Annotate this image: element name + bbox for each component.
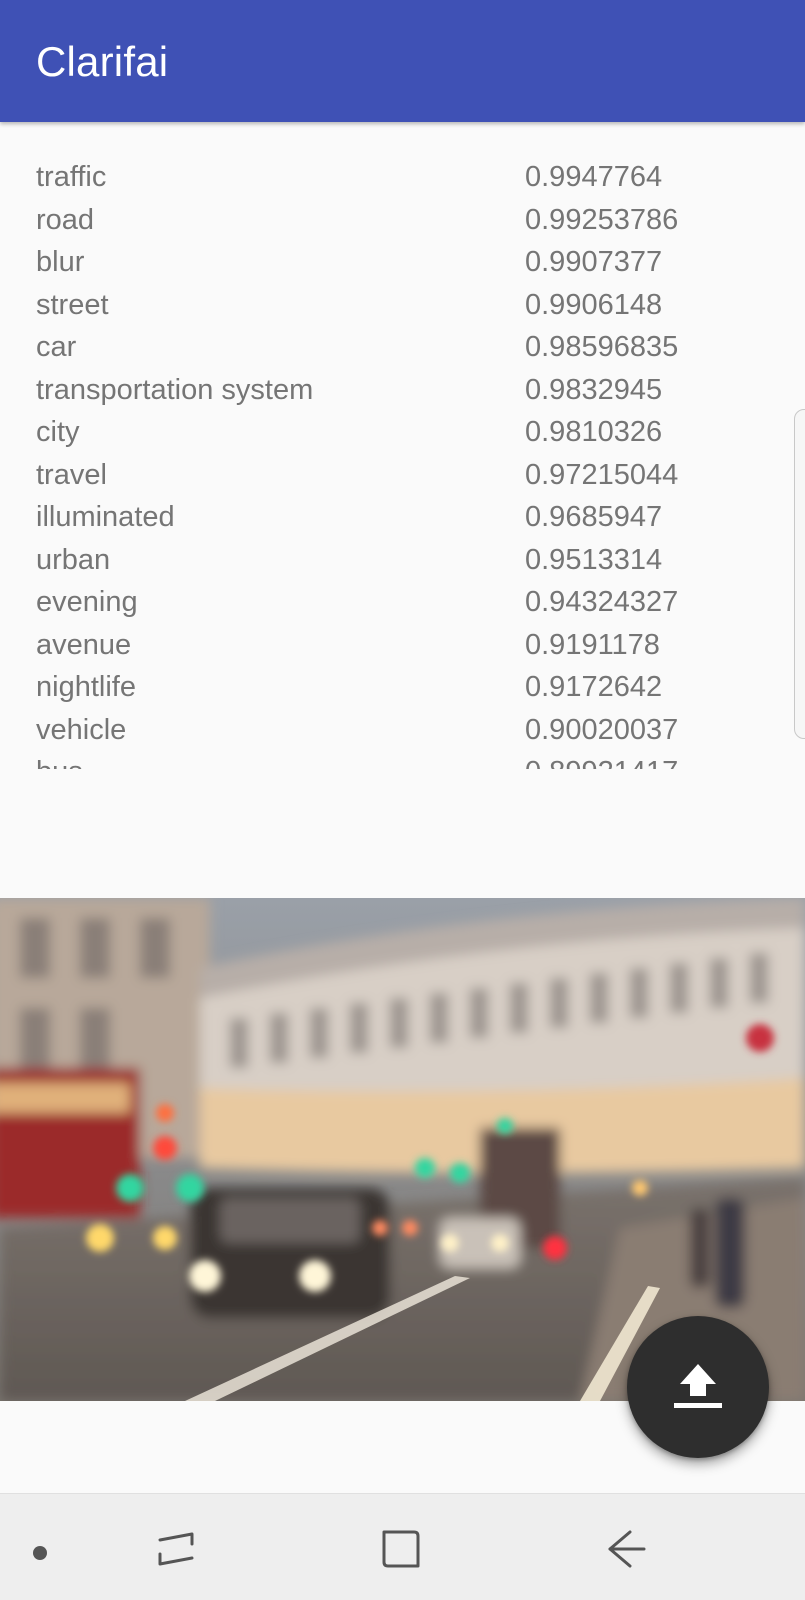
result-label: bus — [36, 756, 83, 769]
app-bar: Clarifai — [0, 0, 805, 122]
result-label: evening — [36, 586, 138, 618]
result-label: road — [36, 203, 95, 236]
result-score: 0.98596835 — [525, 331, 679, 363]
result-label: traffic — [36, 161, 107, 193]
result-label: car — [36, 331, 77, 363]
result-label: illuminated — [36, 501, 175, 533]
result-row: avenue 0.9191178 — [0, 625, 805, 668]
result-score: 0.97215044 — [525, 458, 679, 491]
result-row: illuminated 0.9685947 — [0, 497, 805, 540]
edge-panel-handle[interactable] — [794, 409, 805, 739]
screen: Clarifai traffic 0.9947764 road 0.992537… — [0, 0, 805, 1600]
back-icon[interactable] — [600, 1524, 650, 1574]
result-row: road 0.99253786 — [0, 200, 805, 243]
upload-icon — [674, 1364, 722, 1408]
result-score: 0.9810326 — [525, 416, 663, 448]
result-row: evening 0.94324327 — [0, 582, 805, 625]
result-label: travel — [36, 458, 107, 491]
home-icon[interactable] — [376, 1524, 426, 1574]
result-label: urban — [36, 543, 111, 576]
app-title: Clarifai — [36, 38, 169, 85]
result-row: bus 0.89921417 — [0, 752, 805, 769]
result-row: traffic 0.9947764 — [0, 157, 805, 200]
result-row: travel 0.97215044 — [0, 455, 805, 498]
result-score: 0.9191178 — [525, 628, 660, 661]
result-score: 0.9172642 — [525, 671, 663, 703]
result-row: vehicle 0.90020037 — [0, 710, 805, 753]
result-score: 0.9685947 — [525, 501, 663, 533]
result-score: 0.9947764 — [525, 161, 663, 193]
result-row: city 0.9810326 — [0, 412, 805, 455]
result-label: city — [36, 416, 80, 448]
results-list[interactable]: traffic 0.9947764 road 0.99253786 blur 0… — [0, 157, 805, 769]
result-label: street — [36, 288, 109, 321]
result-score: 0.9513314 — [525, 543, 663, 576]
result-label: transportation system — [36, 373, 314, 406]
result-label: avenue — [36, 628, 132, 661]
result-row: car 0.98596835 — [0, 327, 805, 370]
result-row: urban 0.9513314 — [0, 540, 805, 583]
result-score: 0.94324327 — [525, 586, 679, 618]
system-nav-bar — [0, 1493, 805, 1600]
result-score: 0.9832945 — [525, 373, 663, 406]
result-score: 0.9906148 — [525, 288, 663, 321]
result-row: street 0.9906148 — [0, 285, 805, 328]
result-label: blur — [36, 246, 85, 278]
nav-dot-icon[interactable] — [33, 1546, 47, 1560]
result-score: 0.90020037 — [525, 713, 679, 746]
result-score: 0.89921417 — [525, 756, 678, 769]
recents-icon[interactable] — [152, 1524, 202, 1574]
result-row: blur 0.9907377 — [0, 242, 805, 285]
result-label: nightlife — [36, 671, 136, 703]
upload-button[interactable] — [627, 1316, 769, 1458]
result-score: 0.99253786 — [525, 203, 679, 236]
result-row: nightlife 0.9172642 — [0, 667, 805, 710]
result-label: vehicle — [36, 713, 127, 746]
result-score: 0.9907377 — [525, 246, 663, 278]
result-row: transportation system 0.9832945 — [0, 370, 805, 413]
